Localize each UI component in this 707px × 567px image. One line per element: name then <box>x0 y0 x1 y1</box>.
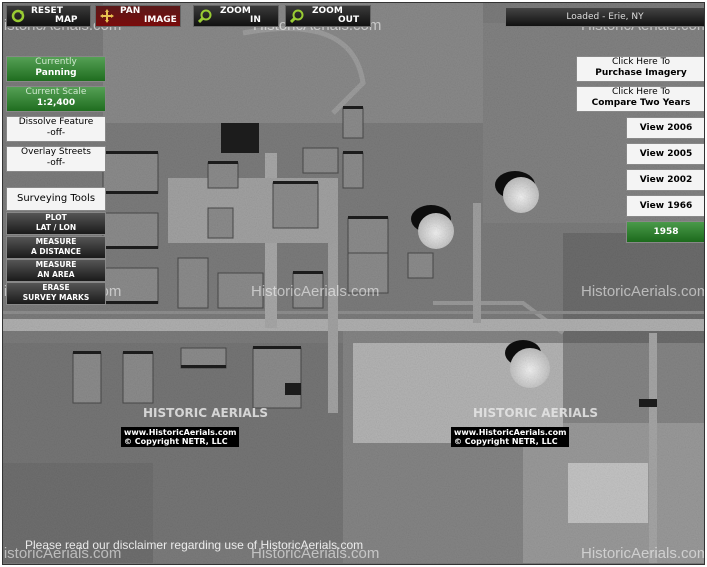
reset-icon <box>11 9 25 23</box>
view-2002-button[interactable]: View 2002 <box>626 169 704 191</box>
copyright-badge: www.HistoricAerials.com © Copyright NETR… <box>121 427 240 447</box>
tool-label-1: PLOT <box>45 213 67 222</box>
site-watermark: HistoricAerials.com <box>581 283 705 300</box>
tool-label-1: MEASURE <box>35 237 77 246</box>
copyright-badge: www.HistoricAerials.com © Copyright NETR… <box>451 427 570 447</box>
copyright-url: www.HistoricAerials.com <box>124 428 237 437</box>
copyright-url: www.HistoricAerials.com <box>454 428 567 437</box>
zoom-in-label-1: ZOOM <box>220 6 251 16</box>
overlay-label: Overlay Streets <box>21 147 91 157</box>
view-2005-button[interactable]: View 2005 <box>626 143 704 165</box>
measure-area-button[interactable]: MEASURE AN AREA <box>6 259 106 282</box>
erase-survey-marks-button[interactable]: ERASE SURVEY MARKS <box>6 282 106 305</box>
reset-map-button[interactable]: RESET MAP <box>6 5 91 27</box>
current-scale-label: Current Scale <box>25 87 87 97</box>
site-watermark: HistoricAerials.com <box>581 545 705 562</box>
tool-label-2: A DISTANCE <box>30 247 82 256</box>
compare-label-2: Compare Two Years <box>591 98 691 108</box>
site-watermark: HistoricAerials.com <box>251 283 380 300</box>
view-1966-button[interactable]: View 1966 <box>626 195 704 217</box>
plot-lat-lon-button[interactable]: PLOT LAT / LON <box>6 212 106 235</box>
tool-label-1: MEASURE <box>35 260 77 269</box>
magnifier-icon <box>290 9 304 23</box>
dissolve-value: -off- <box>46 128 66 138</box>
zoom-in-button[interactable]: ZOOM IN <box>193 5 279 27</box>
purchase-imagery-button[interactable]: Click Here To Purchase Imagery <box>576 56 704 82</box>
historic-aerials-logo: HISTORIC AERIALS <box>143 406 268 420</box>
current-mode-value: Panning <box>35 68 77 78</box>
current-mode-label: Currently <box>35 57 77 67</box>
historic-aerials-logo: HISTORIC AERIALS <box>473 406 598 420</box>
current-scale-panel: Current Scale 1:2,400 <box>6 86 106 112</box>
year-1958-selected[interactable]: 1958 <box>626 221 704 243</box>
dissolve-feature-toggle[interactable]: Dissolve Feature -off- <box>6 116 106 142</box>
magnifier-icon <box>198 9 212 23</box>
tool-label-2: AN AREA <box>37 270 75 279</box>
view-2006-button[interactable]: View 2006 <box>626 117 704 139</box>
dissolve-label: Dissolve Feature <box>18 117 94 127</box>
pan-label-2: IMAGE <box>144 15 177 25</box>
map-viewer: HistoricAerials.com HistoricAerials.com … <box>2 2 705 565</box>
copyright-text: © Copyright NETR, LLC <box>454 437 558 446</box>
zoom-out-label-2: OUT <box>338 15 360 25</box>
zoom-in-label-2: IN <box>250 15 261 25</box>
purchase-label-2: Purchase Imagery <box>595 68 687 78</box>
compare-years-button[interactable]: Click Here To Compare Two Years <box>576 86 704 112</box>
tool-label-1: ERASE <box>42 283 70 292</box>
surveying-tools-header: Surveying Tools <box>6 187 106 211</box>
current-scale-value: 1:2,400 <box>36 98 76 108</box>
overlay-value: -off- <box>46 158 66 168</box>
copyright-text: © Copyright NETR, LLC <box>124 437 228 446</box>
tool-label-2: SURVEY MARKS <box>22 293 90 302</box>
load-status: Loaded - Erie, NY <box>505 7 704 27</box>
pan-image-button[interactable]: PAN IMAGE <box>95 5 181 27</box>
overlay-streets-toggle[interactable]: Overlay Streets -off- <box>6 146 106 172</box>
disclaimer-link[interactable]: Please read our disclaimer regarding use… <box>25 538 363 552</box>
reset-label-2: MAP <box>55 15 78 25</box>
tool-label-2: LAT / LON <box>35 223 77 232</box>
current-mode-panel: Currently Panning <box>6 56 106 82</box>
pan-arrows-icon <box>100 9 114 23</box>
purchase-label-1: Click Here To <box>612 57 670 67</box>
compare-label-1: Click Here To <box>612 87 670 97</box>
zoom-out-button[interactable]: ZOOM OUT <box>285 5 371 27</box>
measure-distance-button[interactable]: MEASURE A DISTANCE <box>6 236 106 259</box>
pan-label-1: PAN <box>120 6 141 16</box>
